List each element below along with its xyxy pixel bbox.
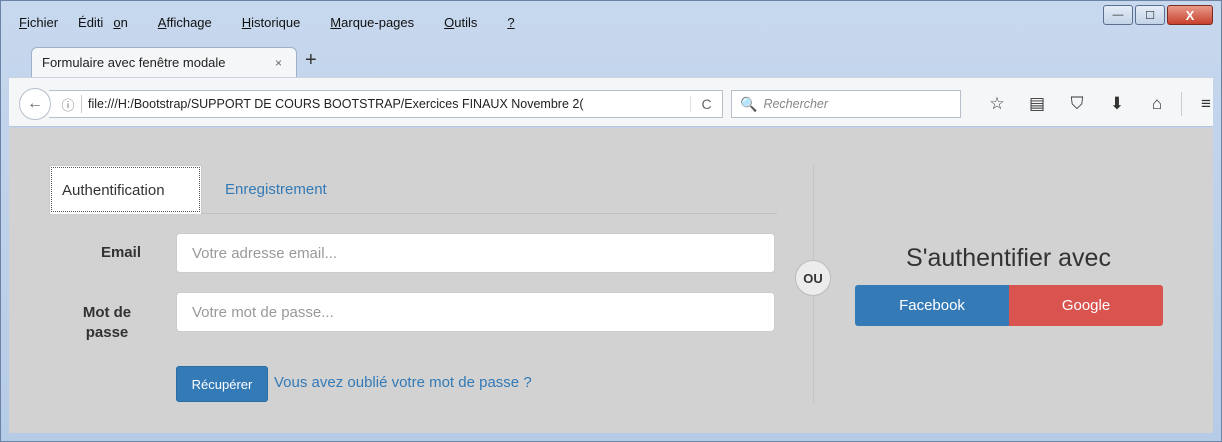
email-field[interactable]: Votre adresse email... <box>176 233 775 273</box>
back-button[interactable]: ← <box>19 88 51 120</box>
tab-bar: Formulaire avec fenêtre modale × + <box>9 43 1213 77</box>
google-button[interactable]: Google <box>1009 285 1163 326</box>
maximize-button[interactable]: ☐ <box>1135 5 1165 25</box>
window-controls: — ☐ X <box>1103 5 1213 25</box>
email-label: Email <box>100 244 141 261</box>
menu-affichage[interactable]: Affichage <box>148 13 228 35</box>
menu-historique[interactable]: Historique <box>232 13 317 35</box>
search-icon: 🔍 <box>740 95 758 112</box>
menu-marque-pages[interactable]: Marque-pages <box>320 13 430 35</box>
password-label-line-2: passe <box>85 324 129 341</box>
new-tab-button[interactable]: + <box>305 49 317 72</box>
browser-tab-title: Formulaire avec fenêtre modale <box>42 55 226 70</box>
search-input[interactable]: 🔍 Rechercher <box>731 90 961 118</box>
toolbar-icons: ☆ ▤ ⛉ ⬇ ⌂ ≡ <box>977 90 1222 118</box>
forgot-password-link[interactable]: Vous avez oublié votre mot de passe ? <box>274 374 532 391</box>
address-bar[interactable]: ⓘ file:///H:/Bootstrap/SUPPORT DE COURS … <box>49 90 723 118</box>
home-icon[interactable]: ⌂ <box>1137 90 1177 118</box>
menu-bar: Fichier Éditi on Affichage Historique Mar… <box>9 13 535 35</box>
minimize-button[interactable]: — <box>1103 5 1133 25</box>
menu-edition[interactable]: Éditi on <box>78 13 144 35</box>
browser-window: Fichier Éditi on Affichage Historique Mar… <box>0 0 1222 442</box>
pocket-icon[interactable]: ⛉ <box>1057 90 1097 118</box>
download-icon[interactable]: ⬇ <box>1097 90 1137 118</box>
bookmarks-library-icon[interactable]: ▤ <box>1017 90 1057 118</box>
facebook-button[interactable]: Facebook <box>855 285 1009 326</box>
social-auth-title: S'authentifier avec <box>906 244 1111 272</box>
menu-hamburger-icon[interactable]: ≡ <box>1186 90 1222 118</box>
close-window-button[interactable]: X <box>1167 5 1213 25</box>
password-label-line-1: Mot de <box>82 304 132 321</box>
menu-fichier[interactable]: Fichier <box>9 13 74 35</box>
form-tabs: Authentification Enregistrement <box>49 165 777 214</box>
or-badge: OU <box>795 260 831 296</box>
password-label: Mot de passe <box>69 304 145 341</box>
menu-outils[interactable]: Outils <box>434 13 493 35</box>
close-tab-icon[interactable]: × <box>275 56 282 70</box>
reload-icon[interactable]: C <box>690 96 722 112</box>
info-icon[interactable]: ⓘ <box>55 95 81 114</box>
recover-button[interactable]: Récupérer <box>176 366 268 402</box>
bookmark-star-icon[interactable]: ☆ <box>977 90 1017 118</box>
window-bottom-border <box>1 433 1221 441</box>
url-text[interactable]: file:///H:/Bootstrap/SUPPORT DE COURS BO… <box>88 97 690 111</box>
navigation-bar: ⓘ file:///H:/Bootstrap/SUPPORT DE COURS … <box>9 77 1213 127</box>
page-content: Authentification Enregistrement Email Vo… <box>9 128 1213 435</box>
browser-tab[interactable]: Formulaire avec fenêtre modale × <box>31 47 297 77</box>
password-field[interactable]: Votre mot de passe... <box>176 292 775 332</box>
tab-authentification[interactable]: Authentification <box>49 165 202 214</box>
tab-enregistrement[interactable]: Enregistrement <box>213 165 339 214</box>
menu-aide[interactable]: ? <box>497 13 530 35</box>
search-placeholder: Rechercher <box>763 97 829 111</box>
